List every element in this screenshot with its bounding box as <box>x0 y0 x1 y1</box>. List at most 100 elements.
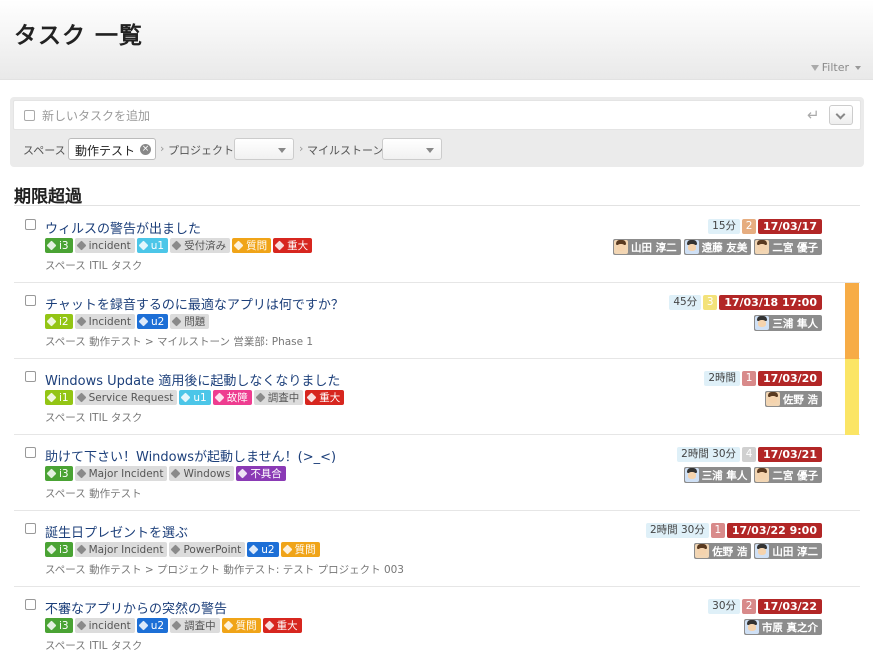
tag[interactable]: 受付済み <box>170 238 231 253</box>
priority-indicator <box>845 283 859 359</box>
tag-label: Major Incident <box>88 467 164 480</box>
tag[interactable]: 故障 <box>212 390 252 405</box>
add-task-row: ↵ <box>13 100 861 130</box>
task-title[interactable]: Windows Update 適用後に起動しなくなりました <box>45 370 340 389</box>
task-location: スペース 動作テスト > プロジェクト 動作テスト: テスト プロジェクト 00… <box>45 564 404 576</box>
tag-label: 不具合 <box>250 468 282 480</box>
assignee-name: 三浦 隼人 <box>772 317 818 330</box>
tag[interactable]: 重大 <box>273 238 313 253</box>
tag[interactable]: u2 <box>136 618 169 633</box>
tag[interactable]: 質問 <box>221 618 261 633</box>
assignee-list: 市原 真之介 <box>743 619 822 635</box>
tag[interactable]: 質問 <box>232 238 272 253</box>
task-title[interactable]: 助けて下さい！Windowsが起動しません！(>_<) <box>45 446 336 465</box>
assignee-badge[interactable]: 三浦 隼人 <box>754 315 822 331</box>
tag[interactable]: incident <box>74 238 135 253</box>
assignee-badge[interactable]: 遠藤 友美 <box>683 239 752 255</box>
tag[interactable]: 重大 <box>262 618 302 633</box>
assignee-name: 佐野 浩 <box>712 545 748 558</box>
tag[interactable]: 問題 <box>170 314 210 329</box>
task-checkbox[interactable] <box>25 599 36 610</box>
tag-list: i3 Major Incident PowerPoint u2 質問 <box>45 542 320 557</box>
task-meta: 2時間 30分 4 17/03/21 <box>677 447 822 462</box>
task-location: スペース 動作テスト > マイルストーン 営業部: Phase 1 <box>45 336 314 348</box>
avatar <box>684 240 699 254</box>
add-task-checkbox[interactable] <box>24 110 35 121</box>
task-title[interactable]: 誕生日プレゼントを選ぶ <box>45 522 188 541</box>
task-location: スペース ITIL タスク <box>45 640 143 652</box>
assignee-badge[interactable]: 二宮 優子 <box>754 239 822 255</box>
filter-button[interactable]: Filter <box>810 61 861 74</box>
assignee-badge[interactable]: 山田 淳二 <box>613 239 681 255</box>
tag-list: i3 Major Incident Windows 不具合 <box>45 466 286 481</box>
assignee-badge[interactable]: 二宮 優子 <box>754 467 822 483</box>
tag[interactable]: Major Incident <box>74 542 168 557</box>
avatar <box>765 392 780 406</box>
tag[interactable]: Incident <box>74 314 135 329</box>
project-select[interactable] <box>234 138 294 160</box>
tag-label: i3 <box>59 239 69 252</box>
tag[interactable]: u2 <box>136 314 169 329</box>
add-options-dropdown[interactable] <box>829 105 853 125</box>
tag-icon <box>170 468 181 479</box>
tag-label: i2 <box>59 315 69 328</box>
tag[interactable]: i2 <box>45 314 73 329</box>
tag[interactable]: u1 <box>136 238 169 253</box>
tag-label: Service Request <box>88 391 174 404</box>
task-checkbox[interactable] <box>25 523 36 534</box>
tag-label: 重大 <box>276 620 298 632</box>
tag[interactable]: 質問 <box>280 542 320 557</box>
tag[interactable]: i3 <box>45 238 73 253</box>
assignee-name: 山田 淳二 <box>631 241 677 254</box>
tag-label: Major Incident <box>88 543 164 556</box>
task-meta: 15分 2 17/03/17 <box>708 219 822 234</box>
tag[interactable]: u1 <box>179 390 211 405</box>
tag[interactable]: i3 <box>45 618 73 633</box>
task-title[interactable]: ウィルスの警告が出ました <box>45 218 201 237</box>
assignee-badge[interactable]: 市原 真之介 <box>743 619 822 635</box>
task-checkbox[interactable] <box>25 295 36 306</box>
tag[interactable]: i1 <box>45 390 73 405</box>
task-title[interactable]: 不審なアプリからの突然の警告 <box>45 598 227 617</box>
tag[interactable]: 調査中 <box>253 390 304 405</box>
task-checkbox[interactable] <box>25 371 36 382</box>
new-task-input[interactable] <box>42 107 742 125</box>
tag[interactable]: Windows <box>169 466 235 481</box>
task-row: 不審なアプリからの突然の警告 i3 incident u2 調査中 質問 重大スペース IT… <box>14 587 860 662</box>
assignee-name: 遠藤 友美 <box>701 241 748 254</box>
clear-icon[interactable]: × <box>140 144 151 155</box>
tag[interactable]: 不具合 <box>236 466 286 481</box>
tag-label: Windows <box>183 467 231 480</box>
tag[interactable]: i3 <box>45 466 73 481</box>
tag-icon <box>46 316 57 327</box>
assignee-badge[interactable]: 佐野 浩 <box>694 543 752 559</box>
tag-icon <box>306 392 317 403</box>
tag[interactable]: 重大 <box>305 390 345 405</box>
milestone-select[interactable] <box>382 138 442 160</box>
tag[interactable]: incident <box>74 618 135 633</box>
chevron-right-icon: › <box>160 142 165 155</box>
tag[interactable]: Major Incident <box>74 466 168 481</box>
task-title[interactable]: チャットを録音するのに最適なアプリは何ですか？ <box>45 294 344 313</box>
assignee-list: 山田 淳二 遠藤 友美 二宮 優子 <box>613 239 822 255</box>
task-row: Windows Update 適用後に起動しなくなりました i1 Service R… <box>14 359 860 435</box>
tag-label: 受付済み <box>184 240 227 252</box>
assignee-badge[interactable]: 三浦 隼人 <box>683 467 752 483</box>
tag[interactable]: i3 <box>45 542 73 557</box>
task-checkbox[interactable] <box>25 219 36 230</box>
tag[interactable]: 調査中 <box>170 618 220 633</box>
tag-icon <box>76 544 87 555</box>
space-select[interactable]: 動作テスト × <box>68 138 156 160</box>
tag-icon <box>171 620 182 631</box>
assignee-badge[interactable]: 山田 淳二 <box>754 543 822 559</box>
tag-icon <box>171 240 182 251</box>
tag-label: u2 <box>261 543 275 556</box>
tag[interactable]: PowerPoint <box>169 542 246 557</box>
assignee-badge[interactable]: 佐野 浩 <box>764 391 822 407</box>
tag-icon <box>248 544 259 555</box>
funnel-icon <box>810 64 819 71</box>
tag[interactable]: Service Request <box>74 390 178 405</box>
enter-icon[interactable]: ↵ <box>807 108 820 123</box>
tag[interactable]: u2 <box>247 542 279 557</box>
task-checkbox[interactable] <box>25 447 36 458</box>
